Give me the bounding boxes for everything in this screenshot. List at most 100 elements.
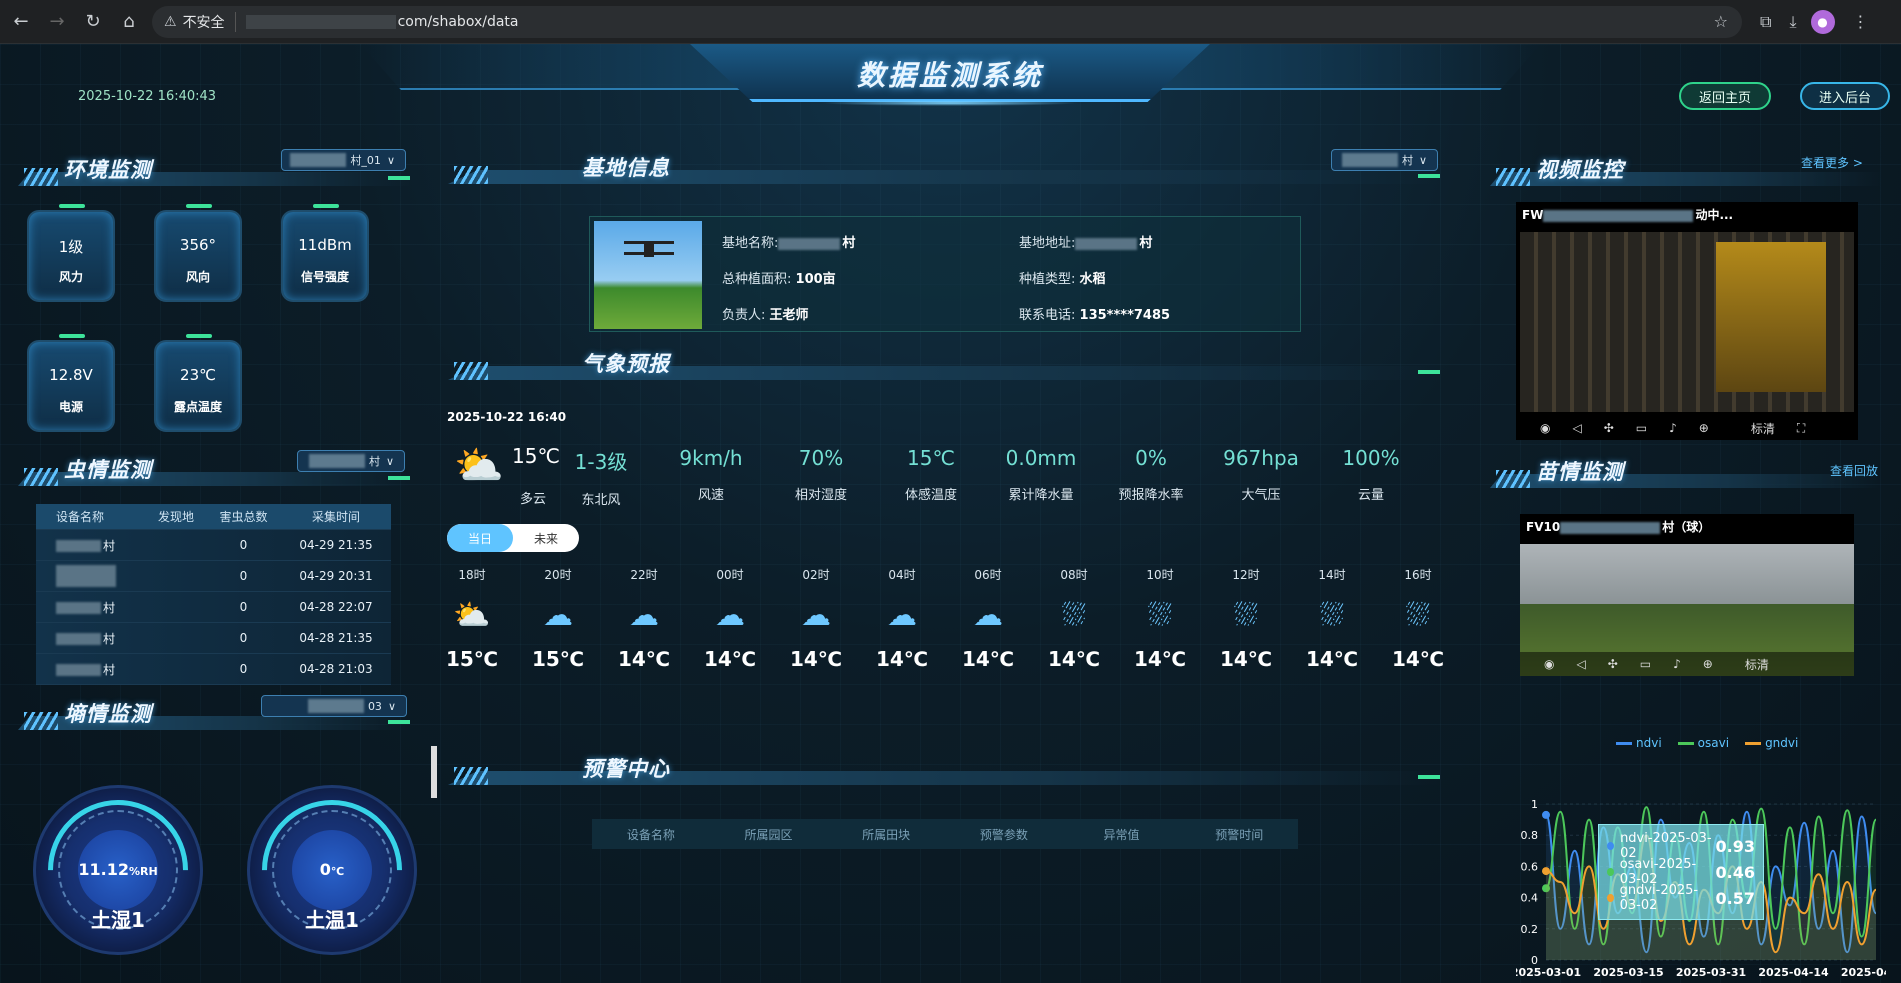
mute-icon[interactable]: ◁ <box>1572 421 1581 435</box>
video-title: 视频监控 <box>1536 158 1624 182</box>
back-icon[interactable]: ← <box>6 7 36 37</box>
x-tick-label: 2025-03-31 <box>1676 966 1746 979</box>
partly-cloudy-icon: ⛅ <box>453 597 491 633</box>
hour-item: 14时 ⛆ 14℃ <box>1302 566 1362 671</box>
menu-icon[interactable]: ⋮ <box>1853 12 1869 31</box>
chevron-down-icon: ∨ <box>387 699 396 713</box>
env-device-select[interactable]: 村_01 ∨ <box>281 149 406 171</box>
hour-item: 20时 ☁ 15℃ <box>528 566 588 671</box>
hour-item: 02时 ☁ 14℃ <box>786 566 846 671</box>
zoom-icon[interactable]: ⊕ <box>1699 421 1709 435</box>
enter-admin-button[interactable]: 进入后台 <box>1800 82 1890 110</box>
extensions-icon[interactable]: ⧉ <box>1760 12 1771 32</box>
table-row[interactable]: 村 0 04-28 21:35 <box>36 623 391 654</box>
soil-moisture-gauge: 11.12%RH 土湿1 <box>19 771 217 969</box>
profile-avatar[interactable]: ● <box>1810 9 1835 34</box>
base-panel-title: 基地信息 <box>448 148 1440 188</box>
cloud-icon: ☁ <box>715 597 745 633</box>
chevron-down-icon: ∨ <box>385 454 394 468</box>
fullscreen-icon[interactable]: ⛶ <box>1797 421 1805 436</box>
pest-device-select[interactable]: 村 ∨ <box>297 450 405 472</box>
warning-panel-title: 预警中心 <box>448 749 1440 789</box>
video-toolbar: ◉ ◁ ✣ ▭ ♪ ⊕ 标清 ⛶ <box>1516 416 1858 440</box>
table-row[interactable]: 村 0 04-28 22:07 <box>36 592 391 623</box>
view-replay-link[interactable]: 查看回放 <box>1830 462 1878 479</box>
video-player[interactable]: FW 动中... ◉ ◁ ✣ ▭ ♪ ⊕ 标清 ⛶ <box>1516 202 1858 440</box>
rain-icon: ⛆ <box>1234 597 1258 633</box>
weather-tabs: 当日 未来 <box>447 524 579 552</box>
weather-date: 2025-10-22 16:40 <box>447 410 567 424</box>
table-row[interactable]: 村 0 04-29 21:35 <box>36 530 391 561</box>
table-row[interactable]: 村 0 04-28 21:03 <box>36 654 391 685</box>
cloud-icon: ☁ <box>887 597 917 633</box>
hour-item: 22时 ☁ 14℃ <box>614 566 674 671</box>
x-tick-label: 2025-03-15 <box>1593 966 1663 979</box>
table-header: 设备名称 发现地 害虫总数 采集时间 <box>36 504 391 530</box>
crop-camera[interactable]: FV10 村（球） ◉ ◁ ✣ ▭ ♪ ⊕ 标清 <box>1520 514 1854 676</box>
tab-future[interactable]: 未来 <box>513 524 579 552</box>
soil-title: 墒情监测 <box>64 702 152 726</box>
record-icon[interactable]: ▭ <box>1636 421 1647 435</box>
hour-item: 08时 ⛆ 14℃ <box>1044 566 1104 671</box>
download-icon[interactable]: ⤓ <box>1789 12 1796 32</box>
mic-icon[interactable]: ♪ <box>1673 657 1681 671</box>
back-home-button[interactable]: 返回主页 <box>1679 82 1771 110</box>
ptz-icon[interactable]: ✣ <box>1604 421 1614 435</box>
series-point <box>1542 867 1550 876</box>
hour-item: 00时 ☁ 14℃ <box>700 566 760 671</box>
crop-title: 苗情监测 <box>1536 460 1624 484</box>
weather-panel-title: 气象预报 <box>448 344 1440 384</box>
legend-item[interactable]: ndvi <box>1616 736 1662 750</box>
base-crop: 种植类型: 水稻 <box>1019 272 1106 287</box>
crop-panel-title: 苗情监测 <box>1490 452 1882 492</box>
env-card-signal: 11dBm 信号强度 <box>281 204 369 302</box>
y-tick-label: 0.6 <box>1521 860 1539 873</box>
base-select[interactable]: 村 ∨ <box>1331 149 1438 171</box>
current-datetime: 2025-10-22 16:40:43 <box>78 89 217 104</box>
chart-tooltip: ndvi-2025-03-02 0.93 osavi-2025-03-02 0.46… <box>1598 824 1764 920</box>
address-bar[interactable]: ⚠ 不安全 com/shabox/data ☆ <box>152 5 1742 38</box>
chevron-down-icon: ∨ <box>386 153 395 167</box>
tab-today[interactable]: 当日 <box>447 524 513 552</box>
zoom-icon[interactable]: ⊕ <box>1703 657 1713 671</box>
hour-item: 06时 ☁ 14℃ <box>958 566 1018 671</box>
soil-device-select[interactable]: 03 ∨ <box>261 695 407 717</box>
soil-temp-gauge: 0℃ 土温1 <box>233 771 431 969</box>
rain-icon: ⛆ <box>1406 597 1430 633</box>
system-title: 数据监测系统 <box>856 59 1043 92</box>
warning-icon: ⚠ <box>164 13 177 30</box>
hour-item: 04时 ☁ 14℃ <box>872 566 932 671</box>
quality-button[interactable]: 标清 <box>1745 656 1769 673</box>
y-tick-label: 0.2 <box>1521 923 1539 936</box>
x-tick-label: 2025-04-14 <box>1758 966 1829 979</box>
camera-icon[interactable]: ◉ <box>1544 657 1554 671</box>
insecure-label: 不安全 <box>183 11 236 32</box>
base-area: 总种植面积: 100亩 <box>722 272 836 287</box>
record-icon[interactable]: ▭ <box>1640 657 1651 671</box>
bookmark-star-icon[interactable]: ☆ <box>1714 12 1728 31</box>
series-point <box>1542 810 1550 819</box>
quality-button[interactable]: 标清 <box>1751 420 1775 437</box>
rain-icon: ⛆ <box>1062 597 1086 633</box>
mute-icon[interactable]: ◁ <box>1576 657 1585 671</box>
env-title: 环境监测 <box>64 158 152 182</box>
camera-icon[interactable]: ◉ <box>1540 421 1550 435</box>
rain-icon: ⛆ <box>1320 597 1344 633</box>
ptz-icon[interactable]: ✣ <box>1608 657 1618 671</box>
legend-item[interactable]: osavi <box>1677 736 1729 750</box>
header-glow <box>820 100 1080 106</box>
url-redacted <box>245 14 396 29</box>
base-owner: 负责人: 王老师 <box>722 308 809 323</box>
weather-title: 气象预报 <box>582 352 670 376</box>
cloud-icon: ☁ <box>543 597 573 633</box>
home-icon[interactable]: ⌂ <box>114 7 144 37</box>
view-more-link[interactable]: 查看更多 > <box>1801 154 1863 171</box>
pest-title: 虫情监测 <box>64 458 152 482</box>
drone-photo <box>594 221 702 329</box>
reload-icon[interactable]: ↻ <box>78 7 108 37</box>
table-row[interactable]: 0 04-29 20:31 <box>36 561 391 592</box>
legend-item[interactable]: gndvi <box>1745 736 1798 750</box>
now-desc: 多云 <box>520 492 547 507</box>
mic-icon[interactable]: ♪ <box>1669 421 1677 435</box>
forward-icon[interactable]: → <box>42 7 72 37</box>
